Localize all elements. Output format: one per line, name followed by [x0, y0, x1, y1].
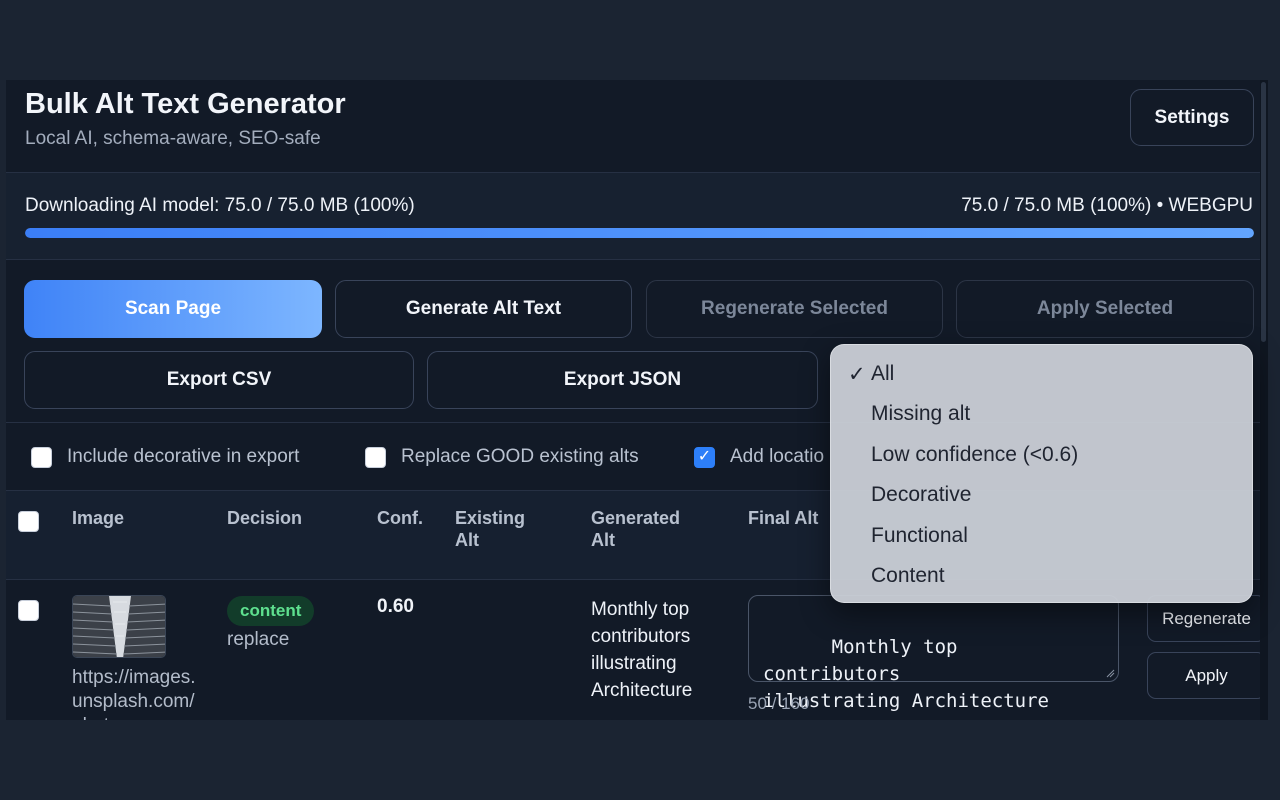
architecture-thumbnail-image [73, 596, 165, 657]
column-header-confidence: Conf. [377, 508, 423, 528]
replace-good-checkbox[interactable] [365, 446, 386, 468]
column-header-existing-alt: Existing Alt [455, 508, 526, 550]
resize-grip-icon[interactable] [1105, 668, 1115, 678]
filter-option-low-confidence[interactable]: Low confidence (<0.6) [831, 435, 1254, 475]
row-apply-button[interactable]: Apply [1147, 652, 1266, 699]
model-download-panel: Downloading AI model: 75.0 / 75.0 MB (10… [6, 172, 1260, 260]
filter-option-decorative[interactable]: Decorative [831, 475, 1254, 515]
apply-selected-button[interactable]: Apply Selected [956, 280, 1254, 338]
filter-option-label: Missing alt [871, 402, 971, 425]
column-header-decision: Decision [227, 508, 303, 528]
checkmark-icon: ✓ [848, 362, 866, 386]
replace-good-option[interactable]: Replace GOOD existing alts [365, 446, 639, 468]
page-subtitle: Local AI, schema-aware, SEO-safe [25, 128, 321, 149]
filter-option-content[interactable]: Content [831, 556, 1254, 596]
filter-option-label: Decorative [871, 483, 972, 506]
decision-action: replace [227, 629, 290, 650]
download-status-text: Downloading AI model: 75.0 / 75.0 MB (10… [25, 195, 415, 216]
export-json-button[interactable]: Export JSON [427, 351, 818, 409]
regenerate-selected-button[interactable]: Regenerate Selected [646, 280, 943, 338]
image-thumbnail[interactable] [72, 595, 166, 658]
generated-alt-text: Monthly top contributors illustrating Ar… [591, 599, 693, 701]
scrollbar-thumb[interactable] [1261, 82, 1266, 342]
panel-header: Bulk Alt Text Generator Local AI, schema… [6, 80, 1260, 172]
add-location-label: Add locatio [730, 446, 825, 467]
add-location-option[interactable]: ✓ Add locatio [694, 446, 824, 468]
decision-badge: content [227, 596, 315, 626]
filter-option-label: Functional [871, 524, 968, 547]
filter-option-functional[interactable]: Functional [831, 516, 1254, 556]
select-all-checkbox[interactable] [18, 511, 39, 532]
download-detail-text: 75.0 / 75.0 MB (100%) • WEBGPU [961, 195, 1253, 216]
include-decorative-checkbox[interactable] [31, 446, 52, 468]
checkmark-icon: ✓ [697, 448, 712, 465]
filter-option-missing-alt[interactable]: Missing alt [831, 394, 1254, 434]
add-location-checkbox[interactable]: ✓ [694, 446, 715, 468]
settings-button[interactable]: Settings [1130, 89, 1254, 146]
column-header-final-alt: Final Alt [748, 508, 819, 528]
page-title: Bulk Alt Text Generator [25, 88, 346, 120]
filter-dropdown-menu: ✓ All Missing alt Low confidence (<0.6) … [830, 344, 1253, 603]
include-decorative-label: Include decorative in export [67, 446, 300, 467]
include-decorative-option[interactable]: Include decorative in export [31, 446, 299, 468]
filter-option-all[interactable]: ✓ All [831, 354, 1254, 394]
replace-good-label: Replace GOOD existing alts [401, 446, 639, 467]
filter-option-label: Low confidence (<0.6) [871, 443, 1079, 466]
character-count: 50 / 160 [748, 694, 810, 713]
image-url: https://images.unsplash.com/phot [72, 667, 196, 720]
vertical-scrollbar[interactable] [1260, 80, 1268, 720]
column-header-image: Image [72, 508, 125, 528]
generate-alt-text-button[interactable]: Generate Alt Text [335, 280, 632, 338]
column-header-generated-alt: Generated Alt [591, 508, 681, 550]
row-select-checkbox[interactable] [18, 600, 39, 621]
download-progress-fill [25, 228, 1254, 238]
export-csv-button[interactable]: Export CSV [24, 351, 414, 409]
scan-page-button[interactable]: Scan Page [24, 280, 322, 338]
confidence-value: 0.60 [377, 596, 414, 617]
filter-option-label: Content [871, 564, 945, 587]
final-alt-textarea[interactable]: Monthly top contributors illustrating Ar… [748, 595, 1119, 712]
filter-option-label: All [871, 362, 895, 385]
download-progress-bar [25, 228, 1254, 238]
